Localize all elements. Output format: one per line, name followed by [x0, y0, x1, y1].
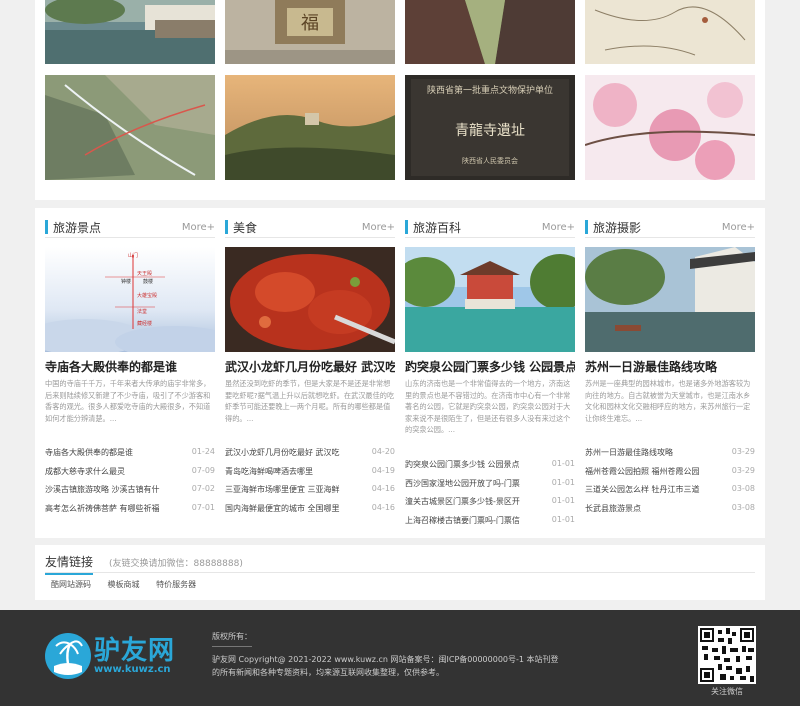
more-link[interactable]: More+	[182, 222, 215, 233]
list-item[interactable]: 潼关古城景区门票多少钱-景区开 01-01	[405, 493, 575, 512]
column-headline[interactable]: 寺庙各大殿供奉的都是谁	[45, 358, 215, 375]
article-list: 苏州一日游最佳路线攻略 03-29 福州苍霞公园拍照 福州苍霞公园 03-29 三道…	[585, 444, 755, 518]
list-item[interactable]: 苏州一日游最佳路线攻略 03-29	[585, 444, 755, 463]
stele-main-text: 青龍寺遺址	[455, 122, 525, 139]
photo-gallery: 福 陕西省第一批重点文物保护单位 青龍寺遺址 陕西省人民委员会	[35, 0, 765, 200]
column-header: 旅游百科 More+	[405, 218, 575, 238]
list-item[interactable]: 寺庙各大殿供奉的都是谁 01-24	[45, 444, 215, 463]
column-title: 旅游百科	[413, 221, 462, 235]
map-label-tianwang: 天王殿	[137, 271, 152, 277]
list-item[interactable]: 武汉小龙虾几月份吃最好 武汉吃 04-20	[225, 444, 395, 463]
column-summary: 中国的寺庙千千万，千年来者大传承的庙宇非常多，后来则陆续修又新建了不少寺庙，吸引…	[45, 379, 211, 423]
column-title: 旅游摄影	[593, 221, 642, 235]
friend-link[interactable]: 酷网站源码	[51, 580, 91, 589]
gallery-image-canal-town[interactable]	[45, 0, 215, 64]
map-label-top: 山门	[128, 252, 138, 259]
column-food: 美食 More+ 武汉小龙虾几月份吃最好 武汉吃龙 虽然还没到吃虾的季节，但是大…	[225, 208, 395, 538]
column-tourist-spots: 旅游景点 More+ 山门 天王殿 钟楼 鼓楼 大雄宝殿 法堂 藏经楼 寺庙各大…	[45, 208, 215, 538]
list-item[interactable]: 趵突泉公园门票多少钱 公园景点 01-01	[405, 456, 575, 475]
column-feature-image[interactable]: 山门 天王殿 钟楼 鼓楼 大雄宝殿 法堂 藏经楼	[45, 247, 215, 352]
logo-text: 驴友网	[94, 636, 176, 666]
list-item[interactable]: 上海召稼楼古镇要门票吗-门票信 01-01	[405, 512, 575, 531]
list-item[interactable]: 三道关公园怎么样 牡丹江市三道 03-08	[585, 481, 755, 500]
wechat-qr-code	[698, 626, 756, 684]
column-feature-image[interactable]	[225, 247, 395, 352]
list-item[interactable]: 高考怎么祈祷佛菩萨 有哪些祈福 07-01	[45, 500, 215, 519]
header-accent-bar	[225, 220, 228, 234]
list-item[interactable]: 三亚海鲜市场哪里便宜 三亚海鲜 04-16	[225, 481, 395, 500]
site-logo[interactable]: 驴友网 www.kuwz.cn	[44, 628, 194, 688]
list-item[interactable]: 西沙国家湿地公园开放了吗-门票 01-01	[405, 475, 575, 494]
category-columns: 旅游景点 More+ 山门 天王殿 钟楼 鼓楼 大雄宝殿 法堂 藏经楼 寺庙各大…	[35, 208, 765, 538]
stele-org-text: 陕西省人民委员会	[462, 156, 518, 165]
list-item[interactable]: 长武县旅游景点 03-08	[585, 500, 755, 519]
map-label-fatang: 法堂	[137, 308, 147, 315]
palm-island-icon	[45, 633, 91, 679]
gallery-image-mountain-sunset[interactable]	[225, 75, 395, 180]
list-item[interactable]: 沙溪古镇旅游攻略 沙溪古镇有什 07-02	[45, 481, 215, 500]
column-summary: 山东的济南也是一个非常值得去的一个地方，济南这里的景点也是不容错过的。在济南市中…	[405, 379, 571, 434]
column-headline[interactable]: 武汉小龙虾几月份吃最好 武汉吃龙	[225, 358, 395, 375]
copyright-label: 版权所有：	[212, 630, 252, 647]
column-header: 旅游景点 More+	[45, 218, 215, 238]
friend-links-list: 酷网站源码 模板商城 特价服务器	[51, 579, 210, 590]
friend-link[interactable]: 特价服务器	[156, 580, 196, 589]
friend-links-title: 友情链接	[45, 553, 94, 575]
list-item[interactable]: 福州苍霞公园拍照 福州苍霞公园 03-29	[585, 463, 755, 482]
map-label-gulou: 鼓楼	[143, 278, 153, 285]
stele-header-text: 陕西省第一批重点文物保护单位	[427, 84, 553, 96]
gallery-image-old-map[interactable]	[585, 0, 755, 64]
friend-links-header: 友情链接 (友链交换请加微信：88888888)	[45, 553, 755, 575]
list-item[interactable]: 国内海鲜最便宜的城市 全国哪里 04-16	[225, 500, 395, 519]
map-label-zhonglou: 钟楼	[121, 278, 131, 285]
column-travel-photography: 旅游摄影 More+ 苏州一日游最佳路线攻略 苏州是一座典型的园林城市，也是诸多…	[585, 208, 755, 538]
more-link[interactable]: More+	[362, 222, 395, 233]
column-title: 美食	[233, 221, 258, 235]
site-footer: 驴友网 www.kuwz.cn 版权所有： 驴友网 Copyright@ 202…	[0, 610, 800, 706]
column-summary: 虽然还没到吃虾的季节，但是大家是不是还是非常想要吃虾呢?据气温上升以后就想吃虾。…	[225, 379, 395, 423]
column-headline[interactable]: 苏州一日游最佳路线攻略	[585, 358, 755, 375]
column-feature-image[interactable]	[405, 247, 575, 352]
list-item[interactable]: 青岛吃海鲜喝啤酒去哪里 04-19	[225, 463, 395, 482]
qr-code-icon	[698, 626, 756, 684]
gallery-image-satellite-map[interactable]	[45, 75, 215, 180]
header-accent-bar	[405, 220, 408, 234]
header-accent-bar	[585, 220, 588, 234]
copyright-line-2: 的所有新闻和各种专题资料，均来源互联网收集整理，仅供参考。	[212, 668, 444, 677]
friend-links-note: (友链交换请加微信：88888888)	[109, 559, 243, 569]
copyright-info: 版权所有： 驴友网 Copyright@ 2021-2022 www.kuwz.…	[212, 630, 592, 679]
gallery-image-stone-stele[interactable]: 陕西省第一批重点文物保护单位 青龍寺遺址 陕西省人民委员会	[405, 75, 575, 180]
copyright-line-1: 驴友网 Copyright@ 2021-2022 www.kuwz.cn 网站备…	[212, 655, 559, 664]
map-label-cangjing: 藏经楼	[137, 320, 152, 327]
column-title: 旅游景点	[53, 221, 102, 235]
friend-link[interactable]: 模板商城	[108, 580, 140, 589]
gallery-image-fu-gate[interactable]: 福	[225, 0, 395, 64]
qr-caption: 关注微信	[711, 687, 743, 696]
logo-url: www.kuwz.cn	[94, 664, 171, 675]
gallery-image-cherry-blossom[interactable]	[585, 75, 755, 180]
more-link[interactable]: More+	[542, 222, 575, 233]
article-list: 寺庙各大殿供奉的都是谁 01-24 成都大慈寺求什么最灵 07-09 沙溪古镇旅游攻…	[45, 444, 215, 518]
list-item[interactable]: 成都大慈寺求什么最灵 07-09	[45, 463, 215, 482]
column-summary: 苏州是一座典型的园林城市，也是诸多外地游客较为向往的地方。自古就被誉为天堂城市，…	[585, 379, 751, 423]
column-headline[interactable]: 趵突泉公园门票多少钱 公园景点介	[405, 358, 575, 375]
article-list: 武汉小龙虾几月份吃最好 武汉吃 04-20 青岛吃海鲜喝啤酒去哪里 04-19 三亚…	[225, 444, 395, 518]
gallery-image-rock-canyon[interactable]	[405, 0, 575, 64]
article-list: 趵突泉公园门票多少钱 公园景点 01-01 西沙国家湿地公园开放了吗-门票 01-0…	[405, 456, 575, 530]
column-travel-encyclopedia: 旅游百科 More+ 趵突泉公园门票多少钱 公园景点介 山东的济南也是一个非常值…	[405, 208, 575, 538]
column-feature-image[interactable]	[585, 247, 755, 352]
map-label-mahavira: 大雄宝殿	[137, 292, 157, 299]
column-header: 美食 More+	[225, 218, 395, 238]
friend-links-section: 友情链接 (友链交换请加微信：88888888) 酷网站源码 模板商城 特价服务…	[35, 545, 765, 600]
column-header: 旅游摄影 More+	[585, 218, 755, 238]
header-accent-bar	[45, 220, 48, 234]
fu-character: 福	[301, 13, 319, 34]
more-link[interactable]: More+	[722, 222, 755, 233]
